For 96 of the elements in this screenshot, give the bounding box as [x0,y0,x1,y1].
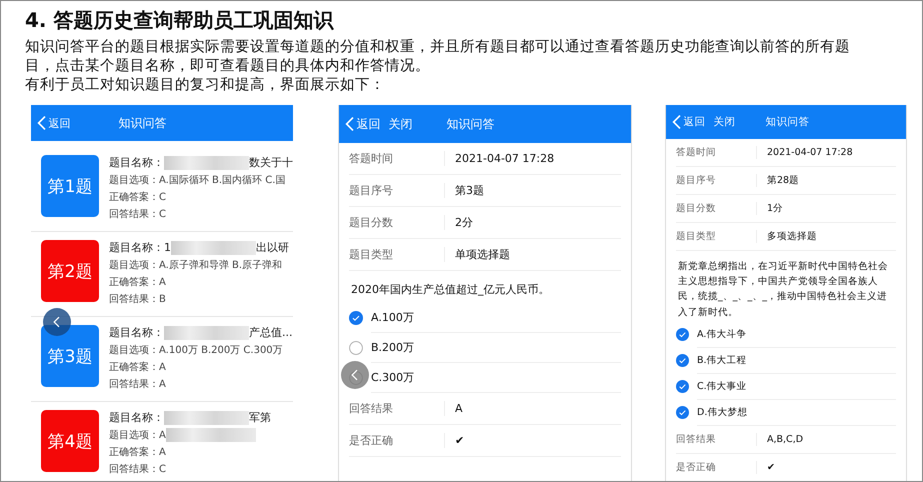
back-button[interactable]: 返回 [37,115,71,131]
field-value: A [159,430,166,440]
field-label: 题目选项： [109,174,159,187]
question-number-badge: 第2题 [41,240,99,302]
field-value: C [159,192,166,202]
checked-radio-icon[interactable] [676,380,689,394]
paragraph: 有利于员工对知识题目的复习和提高，界面展示如下： [25,76,386,95]
info-value: 单项选择题 [454,247,510,262]
info-label: 题目序号 [349,183,445,198]
back-chevron-icon [345,116,355,132]
field-value: 产总值... [249,325,292,340]
field-value: A [159,362,166,372]
info-value: 第28题 [766,174,800,187]
question-text: 新党章总纲指出，在习近平新时代中国特色社会主义思想指导下，中国共产党领导全国各族人民，统揽_、_、_、_，推动中国特色社会主义进入了新时代。 [677,260,889,320]
info-label: 答题时间 [676,146,757,159]
field-label: 正确答案： [109,190,159,204]
field-label: 回答结果： [109,292,159,306]
back-chevron-icon [672,114,682,130]
info-label: 题目分数 [676,202,757,215]
back-chevron-icon [37,115,47,131]
field-value: 数关于十 [249,155,293,170]
field-value: B [159,294,166,304]
field-label: 题目名称： [109,240,164,255]
checked-radio-icon[interactable] [676,354,689,368]
info-label: 是否正确 [349,432,445,448]
field-value: 出以研 [256,240,289,255]
question-number-badge: 第1题 [41,155,99,217]
field-label: 题目名称： [109,155,164,170]
option-text[interactable]: D.伟大梦想 [697,400,896,426]
option-text[interactable]: B.伟大工程 [697,348,896,374]
info-label: 题目类型 [676,230,757,243]
info-label: 回答结果 [349,400,445,416]
field-label: 题目选项： [109,428,159,442]
info-value: 2021-04-07 17:28 [766,147,853,158]
info-label: 题目分数 [349,215,445,230]
option-text[interactable]: C.伟大事业 [697,374,896,400]
info-label: 是否正确 [676,460,757,474]
back-button[interactable]: 返回 [672,114,706,130]
back-chevron-icon [53,316,61,328]
checked-radio-icon[interactable] [676,406,689,420]
screen-title: 知识问答 [446,116,495,132]
screen-title: 知识问答 [118,114,167,132]
field-value: A [159,446,166,458]
info-label: 回答结果 [676,432,757,446]
field-value: C [159,464,166,474]
field-value: A.原子弹和导弹 B.原子弹和 [159,258,282,272]
info-value: 2分 [454,215,473,230]
field-value: A [159,378,166,390]
info-value: 第3题 [454,183,484,198]
info-value: 多项选择题 [766,230,817,243]
field-label: 正确答案： [109,276,159,289]
field-label: 题目选项： [109,344,159,357]
checked-radio-icon[interactable] [676,328,689,342]
field-value: A [159,276,166,288]
floating-back-button[interactable] [43,308,71,336]
screen-title: 知识问答 [766,115,810,129]
field-value: A.国际循环 B.国内循环 C.国 [159,174,286,187]
info-value: 1分 [766,202,784,215]
field-value: A.100万 B.200万 C.300万 [159,344,283,357]
info-value: ✔ [454,434,464,447]
radio-icon[interactable] [349,340,363,355]
field-label: 回答结果： [109,378,159,391]
info-label: 题目类型 [349,247,445,262]
field-label: 正确答案： [109,360,159,374]
option-text[interactable]: A.伟大斗争 [697,322,896,348]
info-value: ✔ [766,462,775,473]
section-heading: 4. 答题历史查询帮助员工巩固知识 [25,7,335,34]
info-value: 2021-04-07 17:28 [454,152,554,165]
info-label: 题目序号 [676,174,757,187]
option-text[interactable]: B.200万 [371,332,621,363]
paragraph: 知识问答平台的题目根据实际需要设置每道题的分值和权重，并且所有题目都可以通过查看答题历史功能查询以前答的所有题目，点击某个题目名称，即可查看题目的具体内和作答情况。 [25,38,851,76]
field-label: 题目名称： [109,410,164,425]
field-label: 题目选项： [109,258,159,272]
field-value: 军第 [249,410,271,425]
checked-radio-icon[interactable] [349,310,363,325]
field-value: 1 [164,241,171,254]
close-button[interactable]: 关闭 [714,115,736,129]
question-card[interactable]: 第1题 题目名称： 数关于十 题目选项：A.国际循环 B.国内循环 C.国 正确答案：C 回答结果：C [31,147,293,232]
info-value: A,B,C,D [766,434,804,445]
question-card[interactable]: 第2题 题目名称：1 出以研 题目选项：A.原子弹和导弹 B.原子弹和 正确答案：A 回答结果：B [31,232,293,317]
question-card[interactable]: 第4题 题目名称： 军第 题目选项：A 正确答案：A 回答结果：C [31,402,293,481]
field-label: 回答结果： [109,208,159,221]
question-number-badge: 第4题 [41,410,99,472]
field-label: 正确答案： [109,446,159,459]
option-text[interactable]: C.300万 [371,362,621,393]
back-button[interactable]: 返回 [345,116,381,132]
field-label: 回答结果： [109,462,159,476]
close-button[interactable]: 关闭 [388,116,413,132]
field-value: C [159,208,166,220]
info-value: A [454,402,463,415]
question-text: 2020年国内生产总值超过_亿元人民币。 [350,282,550,298]
option-text[interactable]: A.100万 [371,302,621,333]
question-number-badge: 第3题 [41,325,99,387]
info-label: 答题时间 [349,151,445,166]
question-card[interactable]: 第3题 题目名称： 产总值... 题目选项：A.100万 B.200万 C.300万 正确答案：A 回答结果：A [31,317,293,402]
field-label: 题目名称： [109,325,164,340]
